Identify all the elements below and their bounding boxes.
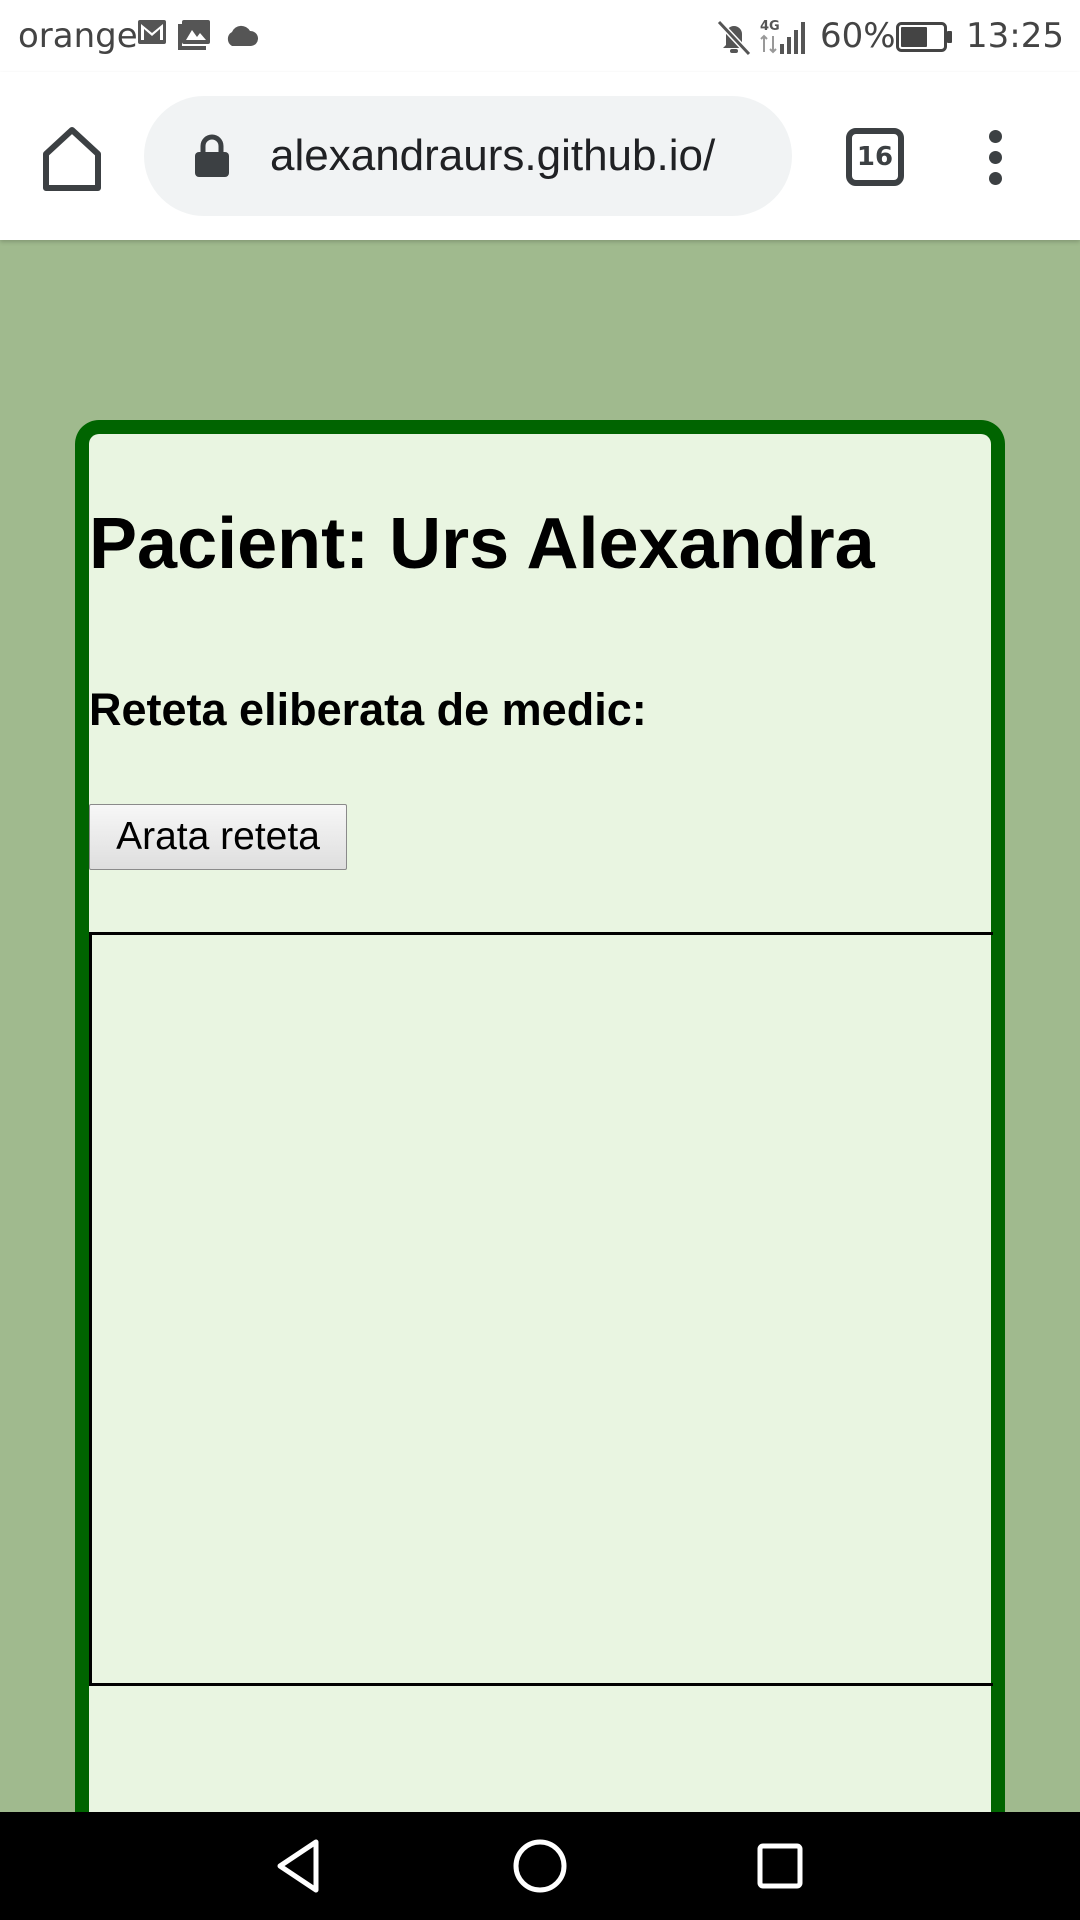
gmail-icon [138,20,166,44]
battery-icon [896,22,952,52]
back-icon[interactable] [270,1836,330,1896]
show-prescription-button[interactable]: Arata reteta [89,804,347,870]
home-icon[interactable] [38,124,106,192]
battery-percentage: 60% [820,16,896,56]
home-nav-icon[interactable] [510,1836,570,1896]
signal-icon [780,22,805,54]
status-bar: orange 4G 60% 13:25 [0,0,1080,72]
carrier-name: orange [18,16,138,56]
overflow-menu-icon[interactable] [980,130,1012,186]
patient-title: Pacient: Urs Alexandra [89,504,875,584]
address-bar[interactable]: alexandraurs.github.io/ [144,96,792,216]
network-4g-icon: 4G [760,19,780,54]
browser-toolbar: alexandraurs.github.io/ 16 [0,72,1080,240]
recent-apps-icon[interactable] [750,1836,810,1896]
patient-card: Pacient: Urs Alexandra Reteta eliberata … [75,420,1005,1900]
url-text[interactable]: alexandraurs.github.io/ [270,96,715,216]
lock-icon [195,134,229,177]
navigation-bar [0,1812,1080,1920]
svg-text:4G: 4G [760,19,780,34]
prescription-frame [89,932,993,1686]
gallery-icon [178,20,210,50]
tab-switcher-button[interactable]: 16 [846,128,904,186]
prescription-heading: Reteta eliberata de medic: [89,684,647,735]
cloud-icon [227,25,258,46]
mute-icon [716,19,752,56]
clock: 13:25 [966,16,1064,56]
